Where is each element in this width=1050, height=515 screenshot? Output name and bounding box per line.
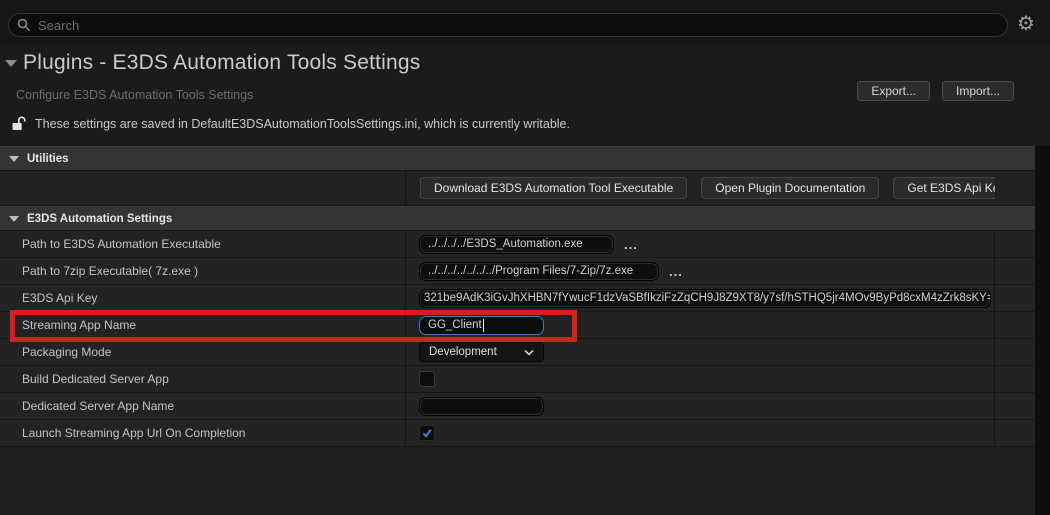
zip-path-input[interactable]: ../../../../../../../Program Files/7-Zip… bbox=[419, 262, 659, 281]
top-bar: Search ⚙ bbox=[0, 0, 1050, 45]
page-header: Plugins - E3DS Automation Tools Settings… bbox=[0, 45, 1050, 146]
search-input[interactable]: Search bbox=[8, 13, 1008, 37]
checkmark-icon bbox=[421, 427, 433, 439]
search-placeholder: Search bbox=[38, 18, 79, 33]
open-documentation-button[interactable]: Open Plugin Documentation bbox=[701, 177, 879, 199]
settings-row-launch-url: Launch Streaming App Url On Completion bbox=[0, 420, 1035, 447]
automation-path-input[interactable]: ../../../../E3DS_Automation.exe bbox=[419, 235, 614, 254]
page-title: Plugins - E3DS Automation Tools Settings bbox=[23, 51, 421, 75]
setting-label: Path to 7zip Executable( 7z.exe ) bbox=[22, 264, 198, 278]
streaming-app-name-input[interactable]: GG_Client bbox=[419, 316, 544, 335]
section-title: E3DS Automation Settings bbox=[27, 213, 172, 225]
chevron-down-icon bbox=[9, 216, 19, 222]
scrollbar-track[interactable] bbox=[1035, 146, 1050, 515]
section-header-e3ds[interactable]: E3DS Automation Settings bbox=[0, 206, 1035, 231]
export-button[interactable]: Export... bbox=[857, 81, 930, 101]
utilities-button-row: Download E3DS Automation Tool Executable… bbox=[0, 171, 1035, 206]
settings-row-7zip-path: Path to 7zip Executable( 7z.exe ) ../../… bbox=[0, 258, 1035, 285]
settings-row-automation-path: Path to E3DS Automation Executable ../..… bbox=[0, 231, 1035, 258]
setting-label: Build Dedicated Server App bbox=[22, 372, 169, 386]
setting-label: Dedicated Server App Name bbox=[22, 399, 174, 413]
dedicated-server-name-input[interactable] bbox=[419, 397, 544, 416]
writable-note: These settings are saved in DefaultE3DSA… bbox=[35, 117, 570, 131]
settings-row-dedicated-server-name: Dedicated Server App Name bbox=[0, 393, 1035, 420]
setting-label: E3DS Api Key bbox=[22, 291, 97, 305]
get-api-key-button[interactable]: Get E3DS Api Key bbox=[893, 177, 995, 199]
settings-row-streaming-app-name: Streaming App Name GG_Client bbox=[0, 312, 1035, 339]
expander-arrow-icon[interactable] bbox=[5, 60, 17, 67]
setting-label: Path to E3DS Automation Executable bbox=[22, 237, 221, 251]
settings-panel: Utilities Download E3DS Automation Tool … bbox=[0, 146, 1035, 515]
settings-row-build-dedicated-server: Build Dedicated Server App bbox=[0, 366, 1035, 393]
launch-url-checkbox[interactable] bbox=[419, 425, 435, 441]
chevron-down-icon bbox=[9, 156, 19, 162]
section-title: Utilities bbox=[27, 153, 69, 165]
browse-button[interactable]: ... bbox=[669, 264, 683, 279]
packaging-mode-dropdown[interactable]: Development bbox=[419, 342, 544, 362]
setting-label: Streaming App Name bbox=[22, 318, 136, 332]
download-executable-button[interactable]: Download E3DS Automation Tool Executable bbox=[420, 177, 687, 199]
chevron-down-icon bbox=[524, 349, 534, 356]
section-header-utilities[interactable]: Utilities bbox=[0, 146, 1035, 171]
api-key-input[interactable]: 321be9AdK3iGvJhXHBN7fYwucF1dzVaSBfIkziFz… bbox=[419, 289, 991, 308]
text-cursor bbox=[483, 319, 484, 332]
gear-icon[interactable]: ⚙ bbox=[1014, 11, 1038, 35]
setting-label: Launch Streaming App Url On Completion bbox=[22, 426, 245, 440]
setting-label: Packaging Mode bbox=[22, 345, 111, 359]
search-icon bbox=[17, 18, 31, 32]
lock-open-icon bbox=[12, 116, 26, 131]
page-subtitle: Configure E3DS Automation Tools Settings bbox=[16, 88, 253, 102]
settings-window: Search ⚙ Plugins - E3DS Automation Tools… bbox=[0, 0, 1050, 515]
import-button[interactable]: Import... bbox=[942, 81, 1014, 101]
settings-row-packaging-mode: Packaging Mode Development bbox=[0, 339, 1035, 366]
browse-button[interactable]: ... bbox=[624, 237, 638, 252]
settings-row-api-key: E3DS Api Key 321be9AdK3iGvJhXHBN7fYwucF1… bbox=[0, 285, 1035, 312]
build-dedicated-server-checkbox[interactable] bbox=[419, 371, 435, 387]
